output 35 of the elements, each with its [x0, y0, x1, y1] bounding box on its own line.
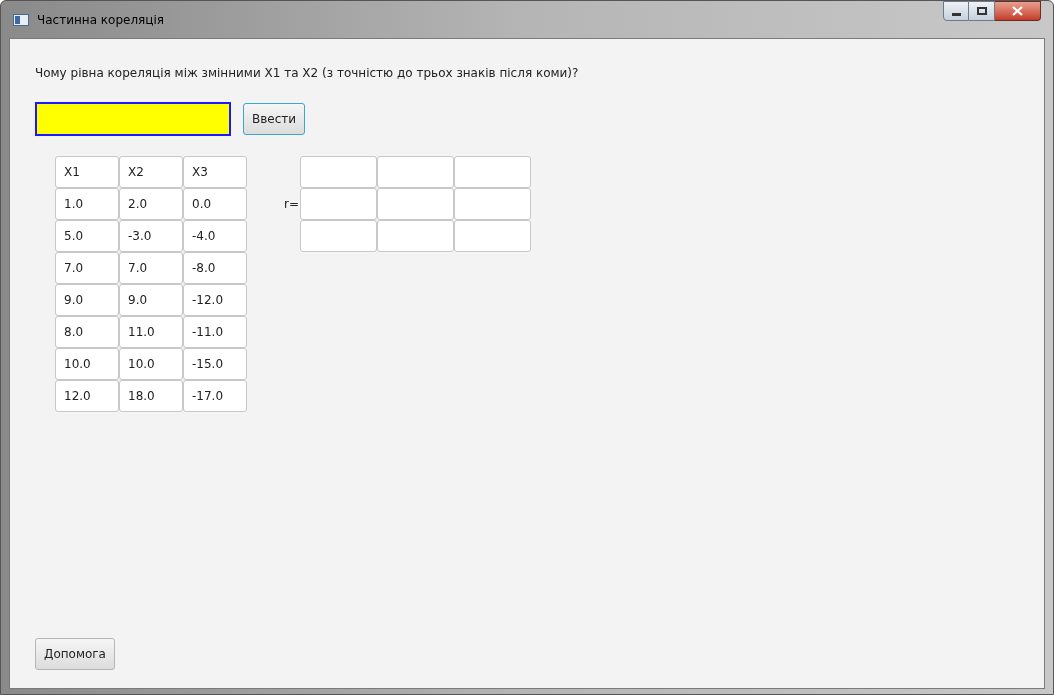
table-cell: -4.0 — [183, 220, 247, 252]
question-text: Чому рівна кореляція між змінними X1 та X2 (з точністю до трьох знаків після коми)? — [35, 65, 580, 82]
table-cell: -8.0 — [183, 252, 247, 284]
window-title: Частинна кореляція — [37, 11, 165, 29]
table-cell: 9.0 — [119, 284, 183, 316]
close-button[interactable] — [995, 1, 1041, 21]
table-cell: 5.0 — [55, 220, 119, 252]
table-cell: -11.0 — [183, 316, 247, 348]
close-icon — [1012, 6, 1023, 16]
minimize-button[interactable] — [943, 1, 969, 21]
table-cell: -12.0 — [183, 284, 247, 316]
table-cell: -17.0 — [183, 380, 247, 412]
table-cell: -3.0 — [119, 220, 183, 252]
table-cell: -15.0 — [183, 348, 247, 380]
table-cell: 0.0 — [183, 188, 247, 220]
table-cell: 2.0 — [119, 188, 183, 220]
table-cell: 18.0 — [119, 380, 183, 412]
table-cell: 7.0 — [119, 252, 183, 284]
table-cell: 7.0 — [55, 252, 119, 284]
table-cell: 10.0 — [55, 348, 119, 380]
maximize-button[interactable] — [969, 1, 995, 21]
table-cell: 11.0 — [119, 316, 183, 348]
column-header: X1 — [55, 156, 119, 188]
matrix-label: r= — [284, 196, 300, 213]
table-cell: 1.0 — [55, 188, 119, 220]
column-header: X3 — [183, 156, 247, 188]
app-icon — [13, 13, 29, 26]
column-header: X2 — [119, 156, 183, 188]
table-cell: 9.0 — [55, 284, 119, 316]
answer-field[interactable] — [35, 102, 231, 136]
table-cell: 8.0 — [55, 316, 119, 348]
help-button[interactable]: Допомога — [35, 638, 115, 670]
table-cell: 10.0 — [119, 348, 183, 380]
submit-button[interactable]: Ввести — [243, 103, 306, 135]
table-cell: 12.0 — [55, 380, 119, 412]
